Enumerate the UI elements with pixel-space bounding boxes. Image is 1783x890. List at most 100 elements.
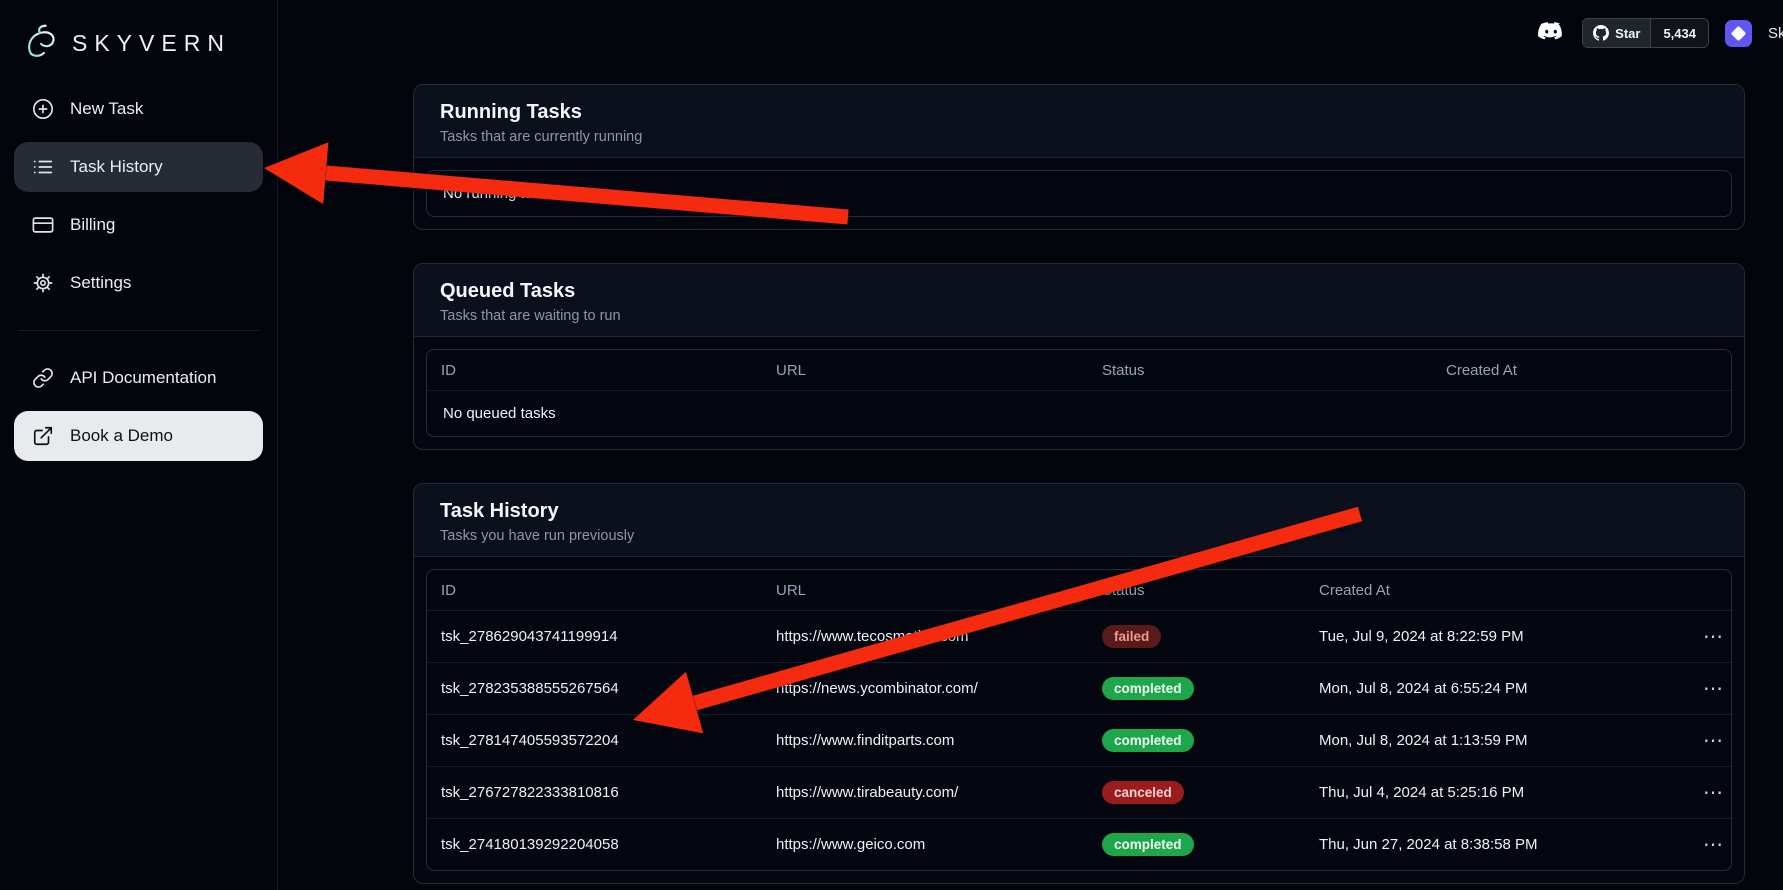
sidebar-nav: New Task Task History Billing	[14, 84, 263, 461]
brand-logo: SKYVERN	[14, 18, 263, 66]
task-created-cell: Thu, Jul 4, 2024 at 5:25:16 PM	[1305, 784, 1681, 801]
task-created-cell: Mon, Jul 8, 2024 at 6:55:24 PM	[1305, 680, 1681, 697]
running-tasks-body: No running tasks	[414, 158, 1744, 229]
discord-icon	[1536, 21, 1566, 45]
task-menu-cell: ⋯	[1681, 624, 1731, 649]
task-url-cell: https://www.tecosmetics.com	[762, 628, 1088, 645]
card-title: Running Tasks	[440, 101, 1718, 124]
task-id-cell: tsk_278147405593572204	[427, 732, 762, 749]
sidebar-item-api-documentation[interactable]: API Documentation	[14, 353, 263, 403]
row-menu-button[interactable]: ⋯	[1695, 832, 1731, 857]
running-tasks-card: Running Tasks Tasks that are currently r…	[413, 84, 1745, 230]
task-menu-cell: ⋯	[1681, 728, 1731, 753]
status-badge: failed	[1102, 625, 1161, 648]
column-header: Created At	[1305, 582, 1681, 599]
table-row[interactable]: tsk_274180139292204058 https://www.geico…	[427, 818, 1731, 870]
task-url-cell: https://www.finditparts.com	[762, 732, 1088, 749]
status-badge: canceled	[1102, 781, 1184, 804]
queued-tasks-card: Queued Tasks Tasks that are waiting to r…	[413, 263, 1745, 450]
sidebar-item-label: Book a Demo	[70, 426, 173, 446]
sidebar-item-book-a-demo[interactable]: Book a Demo	[14, 411, 263, 461]
sidebar-item-label: Task History	[70, 157, 163, 177]
table-row[interactable]: tsk_276727822333810816 https://www.tirab…	[427, 766, 1731, 818]
table-header-row: IDURLStatusCreated At	[427, 350, 1731, 390]
running-tasks-table: No running tasks	[426, 170, 1732, 217]
ellipsis-icon: ⋯	[1703, 782, 1725, 804]
task-history-table: IDURLStatusCreated At tsk_27862904374119…	[426, 569, 1732, 871]
card-title: Queued Tasks	[440, 280, 1718, 303]
status-badge: completed	[1102, 677, 1194, 700]
sidebar-item-billing[interactable]: Billing	[14, 200, 263, 250]
app-root: SKYVERN New Task Task History	[0, 0, 1783, 890]
plus-circle-icon	[32, 98, 54, 120]
discord-button[interactable]	[1536, 21, 1566, 45]
queued-tasks-table: IDURLStatusCreated At No queued tasks	[426, 349, 1732, 437]
queued-tasks-body: IDURLStatusCreated At No queued tasks	[414, 337, 1744, 449]
column-header: URL	[762, 362, 1088, 379]
task-status-cell: completed	[1088, 677, 1305, 700]
card-title: Task History	[440, 500, 1718, 523]
row-menu-button[interactable]: ⋯	[1695, 676, 1731, 701]
topbar: Star 5,434 Sk	[1536, 16, 1783, 50]
task-status-cell: failed	[1088, 625, 1305, 648]
column-header: Status	[1088, 582, 1305, 599]
task-status-cell: canceled	[1088, 781, 1305, 804]
table-body: tsk_278629043741199914 https://www.tecos…	[427, 610, 1731, 870]
link-icon	[32, 367, 54, 389]
task-history-card: Task History Tasks you have run previous…	[413, 483, 1745, 884]
sidebar-divider	[18, 330, 259, 331]
task-created-cell: Tue, Jul 9, 2024 at 8:22:59 PM	[1305, 628, 1681, 645]
task-id-cell: tsk_278235388555267564	[427, 680, 762, 697]
sidebar-item-label: New Task	[70, 99, 143, 119]
ellipsis-icon: ⋯	[1703, 834, 1725, 856]
card-subtitle: Tasks that are waiting to run	[440, 308, 1718, 324]
table-header-row: IDURLStatusCreated At	[427, 570, 1731, 610]
row-menu-button[interactable]: ⋯	[1695, 624, 1731, 649]
ellipsis-icon: ⋯	[1703, 678, 1725, 700]
credit-card-icon	[32, 214, 54, 236]
empty-state: No running tasks	[427, 171, 1731, 216]
task-id-cell: tsk_278629043741199914	[427, 628, 762, 645]
column-header: Status	[1088, 362, 1432, 379]
column-header: ID	[427, 362, 762, 379]
sidebar-item-task-history[interactable]: Task History	[14, 142, 263, 192]
task-history-body: IDURLStatusCreated At tsk_27862904374119…	[414, 557, 1744, 883]
task-url-cell: https://www.geico.com	[762, 836, 1088, 853]
list-icon	[32, 156, 54, 178]
external-link-icon	[32, 425, 54, 447]
user-avatar[interactable]	[1725, 20, 1752, 47]
column-header: ID	[427, 582, 762, 599]
github-star-count: 5,434	[1650, 19, 1708, 47]
skyvern-dragon-icon	[22, 23, 62, 63]
sidebar-item-settings[interactable]: Settings	[14, 258, 263, 308]
status-badge: completed	[1102, 833, 1194, 856]
table-row[interactable]: tsk_278629043741199914 https://www.tecos…	[427, 610, 1731, 662]
avatar-glyph	[1731, 25, 1747, 41]
brand-name: SKYVERN	[72, 30, 231, 57]
sidebar-item-label: Billing	[70, 215, 115, 235]
sidebar-item-new-task[interactable]: New Task	[14, 84, 263, 134]
row-menu-button[interactable]: ⋯	[1695, 780, 1731, 805]
table-row[interactable]: tsk_278147405593572204 https://www.findi…	[427, 714, 1731, 766]
task-url-cell: https://news.ycombinator.com/	[762, 680, 1088, 697]
empty-state: No queued tasks	[427, 390, 1731, 436]
task-status-cell: completed	[1088, 729, 1305, 752]
task-menu-cell: ⋯	[1681, 832, 1731, 857]
user-label-partial: Sk	[1768, 25, 1783, 42]
task-created-cell: Mon, Jul 8, 2024 at 1:13:59 PM	[1305, 732, 1681, 749]
github-icon	[1593, 25, 1609, 41]
column-header: URL	[762, 582, 1088, 599]
task-id-cell: tsk_274180139292204058	[427, 836, 762, 853]
running-tasks-header: Running Tasks Tasks that are currently r…	[414, 85, 1744, 158]
github-star-widget[interactable]: Star 5,434	[1582, 18, 1709, 48]
task-status-cell: completed	[1088, 833, 1305, 856]
card-subtitle: Tasks you have run previously	[440, 528, 1718, 544]
sidebar: SKYVERN New Task Task History	[0, 0, 278, 890]
status-badge: completed	[1102, 729, 1194, 752]
task-created-cell: Thu, Jun 27, 2024 at 8:38:58 PM	[1305, 836, 1681, 853]
table-row[interactable]: tsk_278235388555267564 https://news.ycom…	[427, 662, 1731, 714]
task-url-cell: https://www.tirabeauty.com/	[762, 784, 1088, 801]
row-menu-button[interactable]: ⋯	[1695, 728, 1731, 753]
task-menu-cell: ⋯	[1681, 780, 1731, 805]
ellipsis-icon: ⋯	[1703, 730, 1725, 752]
